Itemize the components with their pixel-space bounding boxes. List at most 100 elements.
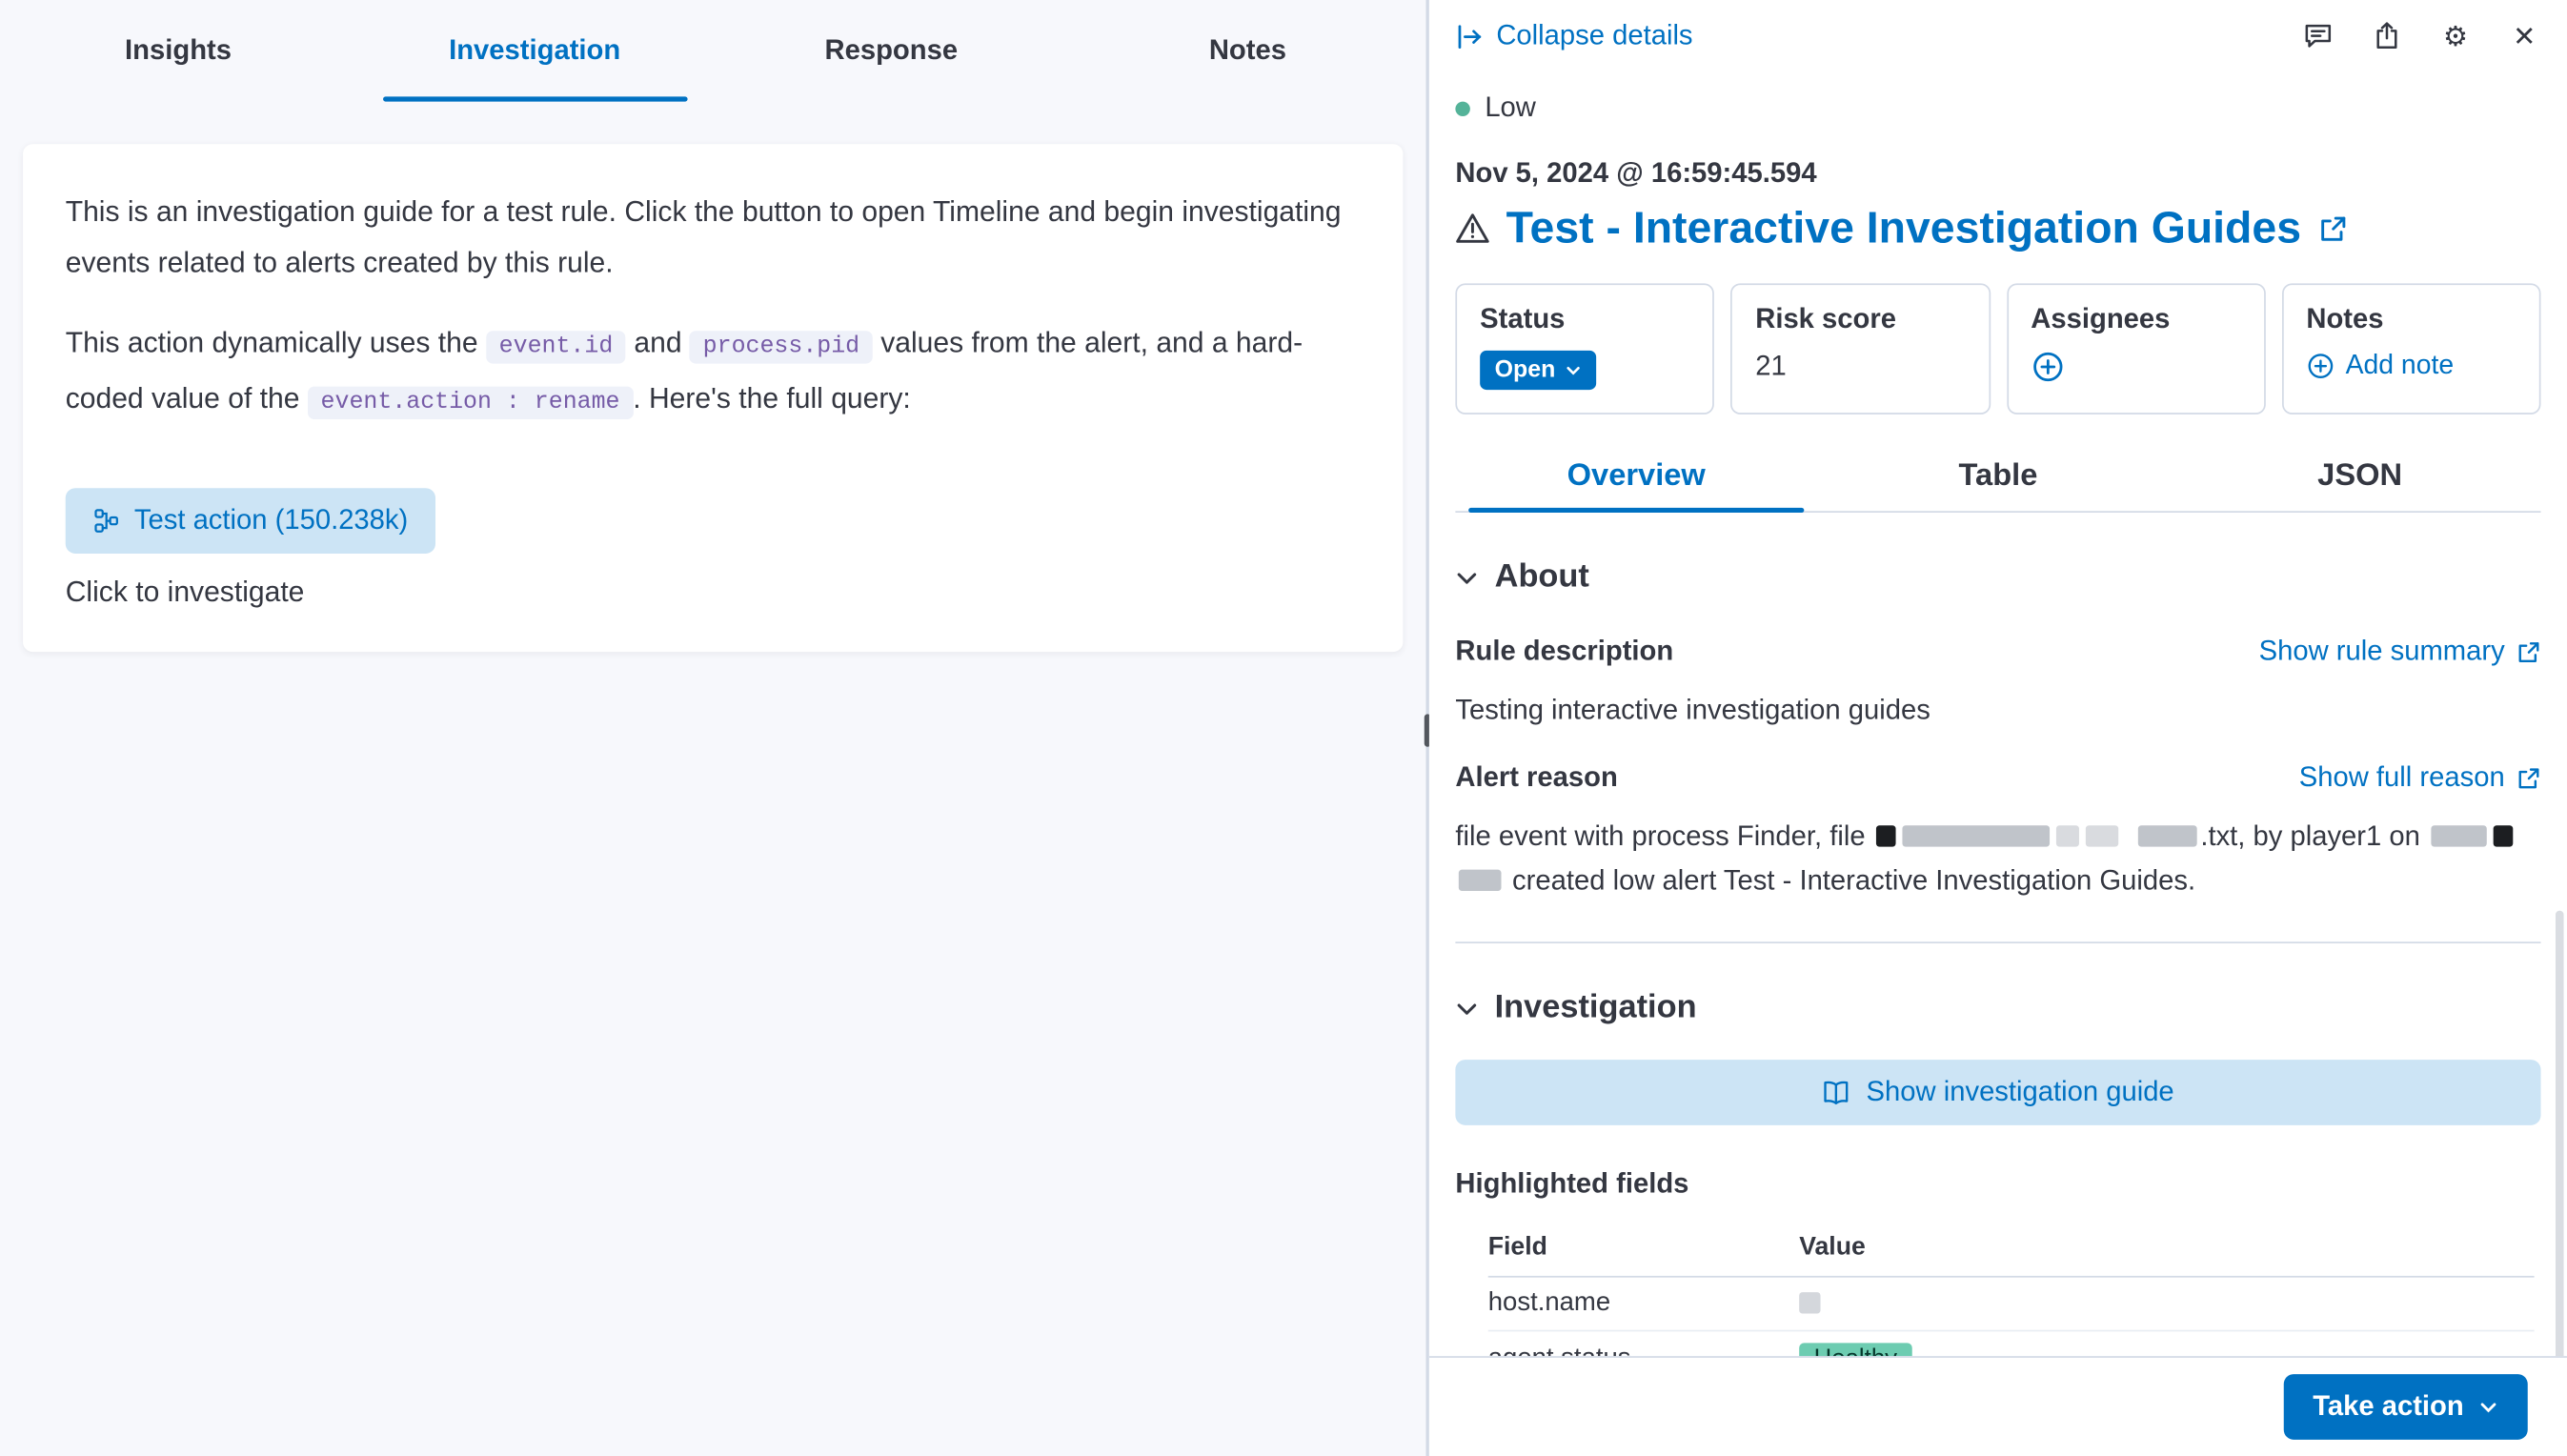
chevron-down-icon [1455,566,1478,589]
comment-icon[interactable] [2302,20,2335,52]
show-full-reason-label: Show full reason [2299,761,2505,794]
collapse-icon [1455,22,1483,50]
about-heading: About [1495,558,1589,597]
show-rule-summary-link[interactable]: Show rule summary [2259,636,2541,668]
chevron-down-icon [1455,997,1478,1020]
severity-indicator: Low [1455,91,2540,124]
redacted-block [2138,825,2197,846]
assignees-card: Assignees [2007,283,2266,415]
screen: Insights Investigation Response Notes Th… [0,0,2567,1456]
close-icon[interactable]: ✕ [2508,20,2540,52]
redacted-block [2056,825,2079,846]
guide-intro-text: This is an investigation guide for a tes… [66,187,1361,289]
show-full-reason-link[interactable]: Show full reason [2299,761,2541,794]
about-section-toggle[interactable]: About [1455,558,2540,597]
rule-description-label: Rule description [1455,636,1673,668]
risk-score-label: Risk score [1755,303,1965,335]
collapse-details-link[interactable]: Collapse details [1455,20,1692,52]
status-value: Open [1495,357,1556,384]
guide-text-segment: and [626,326,690,358]
alert-reason-label: Alert reason [1455,761,1617,794]
reason-text-segment: file event with process Finder, file [1455,820,1872,852]
circle-plus-icon [2031,351,2063,383]
guide-text-segment: . Here's the full query: [633,381,911,414]
rule-description-row: Rule description Show rule summary [1455,636,2540,668]
collapse-details-label: Collapse details [1496,20,1692,52]
popout-icon [2516,766,2541,791]
alert-reason-row: Alert reason Show full reason [1455,761,2540,794]
tab-notes[interactable]: Notes [1069,0,1425,102]
status-open-button[interactable]: Open [1480,351,1596,390]
flyout-header: Collapse details ⚙ ✕ [1455,0,2540,52]
guide-text-segment: This action dynamically uses the [66,326,486,358]
take-action-label: Take action [2313,1390,2464,1423]
notes-card: Notes Add note [2282,283,2541,415]
tab-insights[interactable]: Insights [0,0,356,102]
alert-detail-tabs: Insights Investigation Response Notes [0,0,1425,102]
add-note-label: Add note [2346,351,2455,382]
redacted-value-block [1799,1293,1820,1314]
popout-icon [2516,639,2541,664]
show-rule-summary-label: Show rule summary [2259,636,2505,668]
chevron-down-icon [2478,1397,2498,1417]
alert-reason-text: file event with process Finder, file .tx… [1455,814,2540,902]
status-card: Status Open [1455,283,1714,415]
investigation-heading: Investigation [1495,989,1697,1027]
code-event-action: event.action : rename [308,387,633,419]
test-action-button[interactable]: Test action (150.238k) [66,488,436,554]
warning-icon [1455,212,1489,246]
section-divider [1455,941,2540,943]
field-value [1799,1278,2534,1330]
investigation-section-toggle[interactable]: Investigation [1455,989,2540,1027]
alert-title-row: Test - Interactive Investigation Guides [1455,203,2540,253]
alert-summary-cards: Status Open Risk score 21 Assignees [1455,283,2540,415]
redacted-block [2431,825,2486,846]
scrollbar-thumb[interactable] [2556,911,2564,1373]
alert-timestamp: Nov 5, 2024 @ 16:59:45.594 [1455,157,2540,190]
alert-title[interactable]: Test - Interactive Investigation Guides [1506,203,2301,253]
click-to-investigate-hint: Click to investigate [66,575,1361,609]
take-action-button[interactable]: Take action [2283,1374,2527,1440]
title-popout-icon[interactable] [2317,213,2347,243]
reason-text-segment: .txt, by player1 on [2200,820,2428,852]
flyout-tabs: Overview Table JSON [1455,440,2540,513]
tab-overview[interactable]: Overview [1455,440,1817,511]
flyout-header-actions: ⚙ ✕ [2302,20,2541,52]
code-process-pid: process.pid [690,331,873,363]
left-panel: Insights Investigation Response Notes Th… [0,0,1425,1456]
redacted-block [2086,825,2118,846]
book-icon [1822,1079,1849,1106]
redacted-block [1876,825,1896,846]
status-label: Status [1480,303,1689,335]
alert-details-flyout: Collapse details ⚙ ✕ [1429,0,2567,1456]
add-assignee-button[interactable] [2031,351,2063,383]
assignees-label: Assignees [2031,303,2240,335]
gear-icon[interactable]: ⚙ [2439,20,2472,52]
redacted-block [1459,870,1502,891]
column-header-value: Value [1799,1221,2534,1276]
severity-dot [1455,101,1469,115]
redacted-block [2494,825,2514,846]
tab-investigation[interactable]: Investigation [356,0,713,102]
add-note-button[interactable]: Add note [2306,351,2454,382]
share-icon[interactable] [2371,20,2403,52]
tab-json[interactable]: JSON [2179,440,2541,511]
tab-table[interactable]: Table [1817,440,2179,511]
highlighted-fields-label: Highlighted fields [1455,1168,2540,1201]
severity-label: Low [1485,91,1536,124]
rule-description-text: Testing interactive investigation guides [1455,688,2540,732]
show-investigation-guide-button[interactable]: Show investigation guide [1455,1060,2540,1125]
risk-score-value: 21 [1755,351,1965,383]
code-event-id: event.id [486,331,626,363]
guide-detail-text: This action dynamically uses the event.i… [66,317,1361,429]
reason-text-segment: created low alert Test - Interactive Inv… [1505,865,2195,897]
field-name: host.name [1488,1278,1799,1330]
circle-plus-icon [2306,353,2334,380]
test-action-label: Test action (150.238k) [134,504,408,536]
notes-label: Notes [2306,303,2516,335]
table-row-host-name: host.name [1488,1278,2535,1332]
redacted-block [1903,825,2051,846]
show-investigation-guide-label: Show investigation guide [1867,1076,2174,1108]
timeline-icon [93,508,119,535]
tab-response[interactable]: Response [713,0,1069,102]
